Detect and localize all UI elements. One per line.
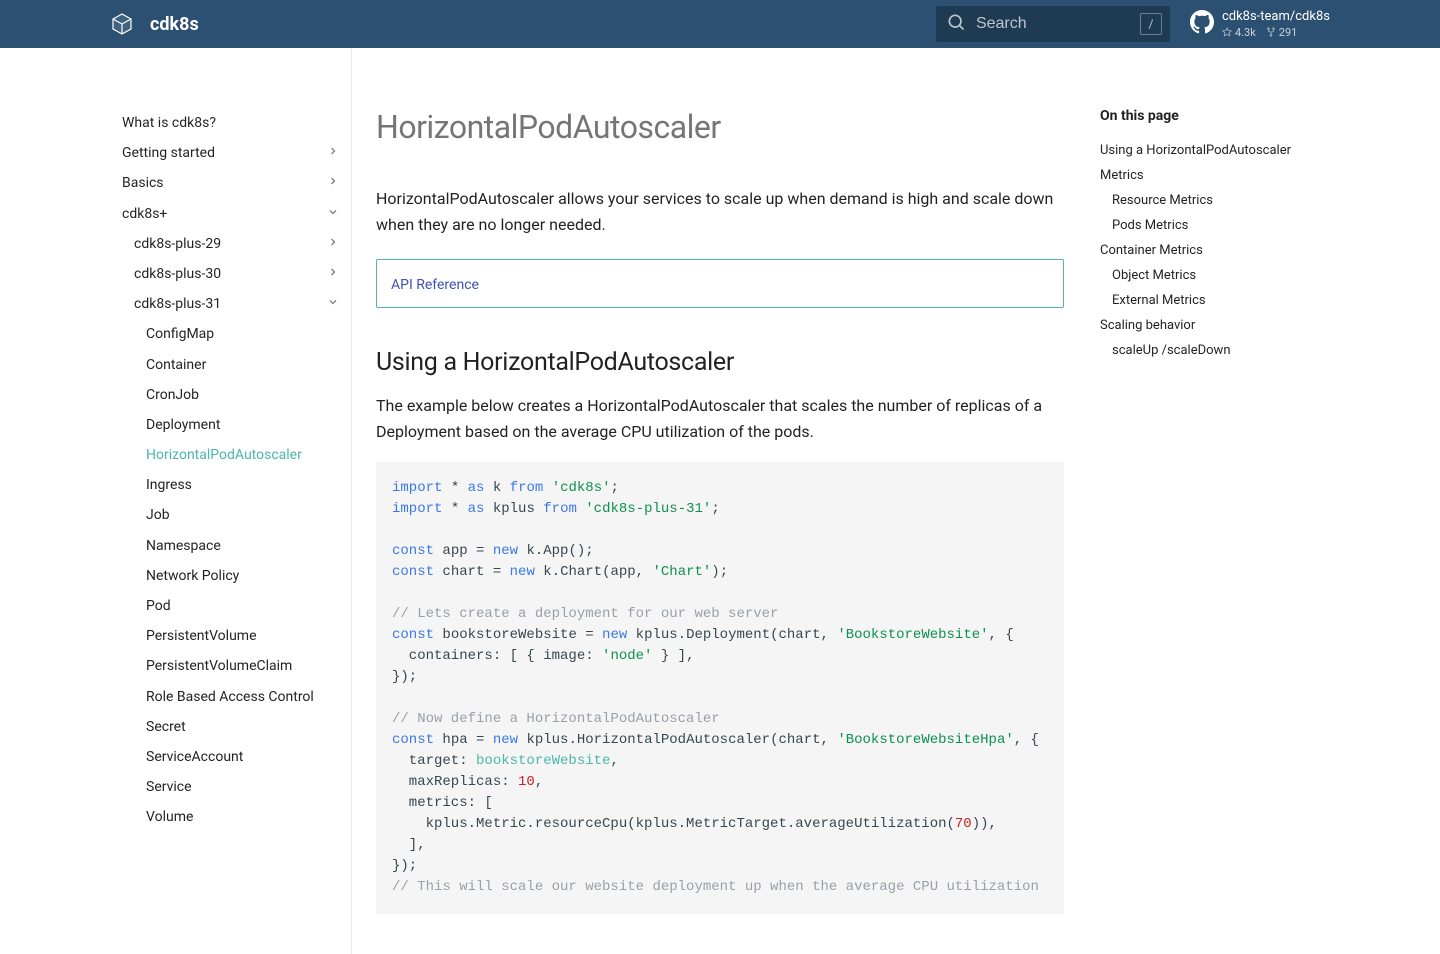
search-box[interactable]: / — [936, 6, 1170, 42]
sidebar-item[interactable]: Ingress — [110, 470, 351, 500]
chevron-right-icon — [327, 235, 339, 253]
sidebar-item-label: cdk8s-plus-29 — [134, 235, 221, 253]
toc-item[interactable]: Resource Metrics — [1100, 188, 1318, 213]
page-title: HorizontalPodAutoscaler — [376, 108, 1064, 146]
sidebar-item-label: ServiceAccount — [146, 748, 243, 766]
sidebar-item[interactable]: cdk8s+ — [110, 199, 351, 229]
sidebar-item-label: ConfigMap — [146, 325, 214, 343]
sidebar-item-label: Pod — [146, 597, 171, 615]
sidebar-item[interactable]: cdk8s-plus-29 — [110, 229, 351, 259]
sidebar-item[interactable]: Job — [110, 500, 351, 530]
sidebar-item[interactable]: What is cdk8s? — [110, 108, 351, 138]
github-repo-link[interactable]: cdk8s-team/cdk8s 4.3k 291 — [1190, 9, 1330, 39]
sidebar-item-label: Network Policy — [146, 567, 239, 585]
chevron-right-icon — [327, 265, 339, 283]
sidebar-item-label: cdk8s-plus-30 — [134, 265, 221, 283]
search-input[interactable] — [976, 15, 1134, 33]
sidebar-item[interactable]: Volume — [110, 802, 351, 832]
sidebar-item-label: CronJob — [146, 386, 199, 404]
chevron-right-icon — [327, 144, 339, 162]
sidebar-item-label: Ingress — [146, 476, 192, 494]
sidebar-item-label: cdk8s-plus-31 — [134, 295, 221, 313]
sidebar-item[interactable]: cdk8s-plus-30 — [110, 259, 351, 289]
sidebar-item-label: PersistentVolume — [146, 627, 257, 645]
site-title[interactable]: cdk8s — [150, 14, 199, 35]
repo-forks: 291 — [1266, 26, 1298, 39]
sidebar-item[interactable]: Service — [110, 772, 351, 802]
main-content: HorizontalPodAutoscaler HorizontalPodAut… — [351, 48, 1088, 954]
sidebar-item[interactable]: Pod — [110, 591, 351, 621]
section-using-hpa: Using a HorizontalPodAutoscaler — [376, 348, 1064, 377]
sidebar-item[interactable]: CLI — [110, 833, 351, 842]
intro-paragraph: HorizontalPodAutoscaler allows your serv… — [376, 186, 1064, 237]
chevron-right-icon — [327, 174, 339, 192]
github-icon — [1190, 10, 1214, 38]
toc-item[interactable]: scaleUp /scaleDown — [1100, 338, 1318, 363]
api-reference-box: API Reference — [376, 259, 1064, 308]
sidebar-item-label: Namespace — [146, 537, 221, 555]
sidebar-item[interactable]: ConfigMap — [110, 319, 351, 349]
sidebar-item[interactable]: PersistentVolume — [110, 621, 351, 651]
sidebar-item-label: Secret — [146, 718, 186, 736]
toc-title: On this page — [1100, 108, 1318, 124]
table-of-contents: On this page Using a HorizontalPodAutosc… — [1088, 48, 1330, 841]
sidebar-item-label: Getting started — [122, 144, 215, 162]
sidebar-item[interactable]: Namespace — [110, 531, 351, 561]
sidebar-item[interactable]: PersistentVolumeClaim — [110, 651, 351, 681]
toc-item[interactable]: Scaling behavior — [1100, 313, 1318, 338]
repo-stars: 4.3k — [1222, 26, 1256, 39]
code-block: import * as k from 'cdk8s'; import * as … — [376, 462, 1064, 914]
sidebar-item[interactable]: Container — [110, 350, 351, 380]
sidebar-item[interactable]: cdk8s-plus-31 — [110, 289, 351, 319]
logo-icon[interactable] — [110, 12, 134, 36]
toc-item[interactable]: Container Metrics — [1100, 238, 1318, 263]
chevron-down-icon — [327, 205, 339, 223]
sidebar-nav: What is cdk8s? Getting started Basics cdk8s… — [110, 48, 352, 841]
toc-item[interactable]: Using a HorizontalPodAutoscaler — [1100, 138, 1318, 163]
sidebar-item-label: What is cdk8s? — [122, 114, 216, 132]
sidebar-item[interactable]: Deployment — [110, 410, 351, 440]
sidebar-item[interactable]: HorizontalPodAutoscaler — [110, 440, 351, 470]
sidebar-item[interactable]: Role Based Access Control — [110, 682, 351, 712]
search-icon — [946, 12, 966, 36]
toc-item[interactable]: Metrics — [1100, 163, 1318, 188]
sidebar-item-label: Volume — [146, 808, 193, 826]
sidebar-item[interactable]: CronJob — [110, 380, 351, 410]
sidebar-item[interactable]: Basics — [110, 168, 351, 198]
sidebar-item-label: HorizontalPodAutoscaler — [146, 446, 302, 464]
search-shortcut-key: / — [1140, 13, 1162, 35]
chevron-down-icon — [327, 295, 339, 313]
example-paragraph: The example below creates a HorizontalPo… — [376, 393, 1064, 444]
sidebar-item[interactable]: Getting started — [110, 138, 351, 168]
header: cdk8s / cdk8s-team/cdk8s — [0, 0, 1440, 48]
sidebar-item[interactable]: Network Policy — [110, 561, 351, 591]
toc-item[interactable]: External Metrics — [1100, 288, 1318, 313]
sidebar-item-label: Job — [146, 506, 170, 524]
toc-item[interactable]: Object Metrics — [1100, 263, 1318, 288]
sidebar-item-label: Service — [146, 778, 192, 796]
sidebar-item-label: Container — [146, 356, 206, 374]
sidebar-item[interactable]: Secret — [110, 712, 351, 742]
repo-name: cdk8s-team/cdk8s — [1222, 9, 1330, 25]
sidebar-item-label: Deployment — [146, 416, 220, 434]
sidebar-item-label: Role Based Access Control — [146, 688, 314, 706]
sidebar-item-label: PersistentVolumeClaim — [146, 657, 292, 675]
sidebar-item-label: Basics — [122, 174, 164, 192]
api-reference-link[interactable]: API Reference — [391, 277, 479, 293]
sidebar-item[interactable]: ServiceAccount — [110, 742, 351, 772]
toc-item[interactable]: Pods Metrics — [1100, 213, 1318, 238]
sidebar-item-label: cdk8s+ — [122, 205, 167, 223]
